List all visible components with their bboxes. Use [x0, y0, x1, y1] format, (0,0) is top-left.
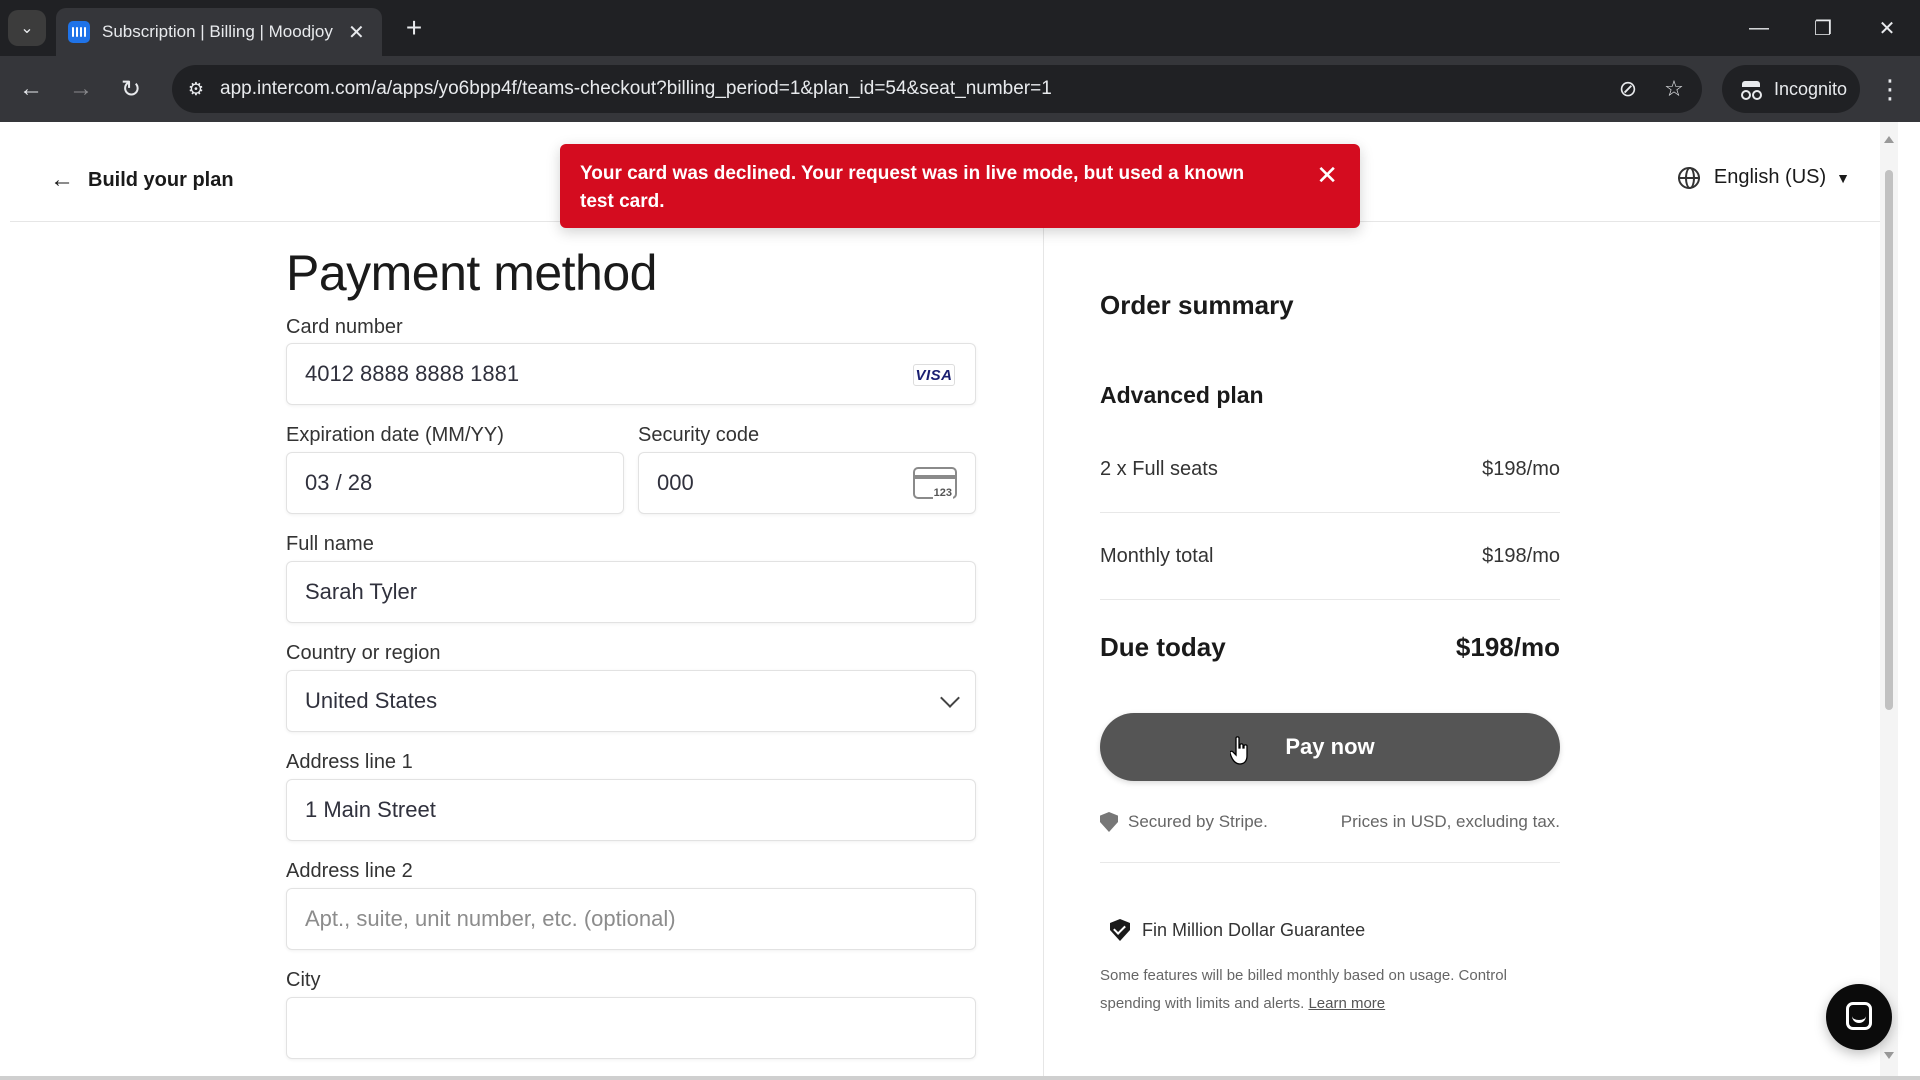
url-text[interactable]: app.intercom.com/a/apps/yo6bpp4f/teams-c… — [220, 78, 1052, 100]
hand-cursor-icon — [1230, 736, 1248, 765]
chevron-down-icon — [940, 688, 960, 708]
prices-note: Prices in USD, excluding tax. — [1340, 812, 1560, 831]
tab-title: Subscription | Billing | Moodjoy — [102, 22, 333, 41]
site-info-icon[interactable]: ⚙ — [180, 73, 212, 105]
seats-label: 2 x Full seats — [1100, 458, 1218, 480]
shield-icon — [1100, 812, 1118, 832]
reload-icon[interactable]: ↻ — [112, 70, 150, 108]
forward-icon[interactable]: → — [62, 70, 100, 108]
card-number-label: Card number — [286, 316, 403, 338]
usage-note-text: Some features will be billed monthly bas… — [1100, 967, 1507, 1012]
error-message: Your card was declined. Your request was… — [580, 163, 1245, 212]
menu-icon[interactable]: ⋮ — [1872, 70, 1908, 108]
scroll-down-icon[interactable] — [1884, 1052, 1894, 1059]
address-line-2-field[interactable]: Apt., suite, unit number, etc. (optional… — [286, 888, 976, 950]
tab-search-icon[interactable]: ⌄ — [8, 10, 46, 46]
country-value: United States — [305, 688, 438, 713]
guarantee-text: Fin Million Dollar Guarantee — [1142, 919, 1366, 940]
build-your-plan-link[interactable]: ← Build your plan — [50, 166, 234, 194]
caret-down-icon: ▼ — [1836, 169, 1850, 186]
full-name-field[interactable]: Sarah Tyler — [286, 561, 976, 623]
star-icon[interactable]: ☆ — [1658, 73, 1690, 105]
close-window-icon[interactable]: ✕ — [1862, 8, 1912, 48]
order-summary-title: Order summary — [1100, 290, 1294, 320]
scroll-thumb[interactable] — [1885, 170, 1893, 710]
full-name-value: Sarah Tyler — [305, 579, 418, 604]
address-line-2-placeholder: Apt., suite, unit number, etc. (optional… — [305, 906, 676, 931]
language-selector[interactable]: English (US) ▼ — [1677, 166, 1850, 189]
full-name-label: Full name — [286, 533, 374, 555]
secured-text: Secured by Stripe. — [1128, 812, 1268, 831]
due-today-label: Due today — [1100, 632, 1226, 662]
messenger-launcher[interactable] — [1826, 984, 1892, 1050]
card-declined-alert: Your card was declined. Your request was… — [560, 144, 1360, 228]
monthly-total-price: $198/mo — [1482, 545, 1560, 567]
chat-icon — [1846, 1002, 1872, 1030]
page-title: Payment method — [286, 245, 657, 301]
address-line-1-field[interactable]: 1 Main Street — [286, 779, 976, 841]
city-label: City — [286, 969, 321, 991]
summary-divider — [1100, 599, 1560, 600]
address-line-2-label: Address line 2 — [286, 860, 413, 882]
summary-divider — [1100, 862, 1560, 863]
page-viewport: ← Build your plan English (US) ▼ Payment… — [10, 122, 1892, 1076]
cvc-icon-text: 123 — [932, 487, 953, 499]
eye-off-icon[interactable]: ⊘ — [1612, 73, 1644, 105]
monthly-total-label: Monthly total — [1100, 545, 1214, 567]
restore-icon[interactable]: ❐ — [1798, 8, 1848, 48]
learn-more-link[interactable]: Learn more — [1308, 995, 1385, 1012]
card-number-value: 4012 8888 8888 1881 — [305, 361, 520, 386]
expiry-value: 03 / 28 — [305, 470, 373, 495]
page-scrollbar[interactable] — [1880, 122, 1898, 1076]
language-label: English (US) — [1713, 166, 1827, 188]
pay-now-button[interactable]: Pay now — [1100, 713, 1560, 781]
country-label: Country or region — [286, 642, 441, 664]
window-bottom-edge — [0, 1076, 1920, 1080]
city-field[interactable] — [286, 997, 976, 1059]
secured-by-stripe: Secured by Stripe. — [1100, 812, 1268, 832]
close-alert-icon[interactable]: ✕ — [1316, 160, 1338, 191]
card-cvc-icon: 123 — [913, 467, 957, 499]
back-icon[interactable]: ← — [12, 70, 50, 108]
intercom-favicon-icon — [68, 21, 90, 43]
incognito-icon — [1740, 81, 1762, 100]
summary-divider — [1100, 512, 1560, 513]
fin-guarantee: Fin Million Dollar Guarantee — [1110, 919, 1365, 941]
seats-price: $198/mo — [1482, 458, 1560, 480]
security-code-value: 000 — [657, 470, 694, 495]
usage-billing-note: Some features will be billed monthly bas… — [1100, 962, 1560, 1018]
address-line-1-label: Address line 1 — [286, 751, 413, 773]
browser-tabstrip: ⌄ Subscription | Billing | Moodjoy ✕ + —… — [0, 0, 1920, 56]
visa-icon: VISA — [913, 364, 955, 386]
globe-icon — [1677, 166, 1700, 189]
column-divider — [1043, 222, 1044, 1076]
new-tab-icon[interactable]: + — [396, 10, 432, 46]
expiry-field[interactable]: 03 / 28 — [286, 452, 624, 514]
address-line-1-value: 1 Main Street — [305, 797, 436, 822]
shield-check-icon — [1110, 919, 1130, 941]
due-today-price: $198/mo — [1455, 632, 1560, 662]
scroll-up-icon[interactable] — [1884, 136, 1894, 143]
security-code-field[interactable]: 000 123 — [638, 452, 976, 514]
tab-close-icon[interactable]: ✕ — [348, 20, 365, 45]
card-number-field[interactable]: 4012 8888 8888 1881 VISA — [286, 343, 976, 405]
incognito-label: Incognito — [1774, 78, 1848, 99]
security-code-label: Security code — [638, 424, 760, 446]
address-bar[interactable]: ⚙ app.intercom.com/a/apps/yo6bpp4f/teams… — [172, 65, 1702, 113]
arrow-left-icon: ← — [50, 166, 74, 193]
incognito-indicator[interactable]: Incognito — [1722, 65, 1860, 113]
browser-toolbar: ← → ↻ ⚙ app.intercom.com/a/apps/yo6bpp4f… — [0, 56, 1920, 122]
browser-tab[interactable]: Subscription | Billing | Moodjoy ✕ — [56, 8, 382, 56]
minimize-icon[interactable]: — — [1734, 8, 1784, 48]
expiry-label: Expiration date (MM/YY) — [286, 424, 504, 446]
country-select[interactable]: United States — [286, 670, 976, 732]
back-link-label: Build your plan — [88, 168, 234, 191]
plan-name: Advanced plan — [1100, 382, 1264, 408]
